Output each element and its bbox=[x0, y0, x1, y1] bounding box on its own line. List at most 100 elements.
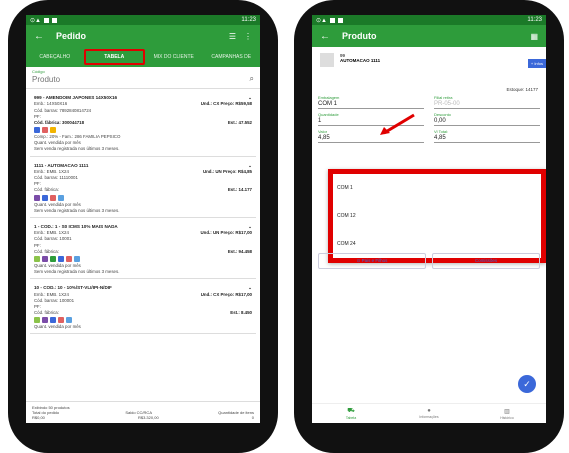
page-title: Produto bbox=[342, 31, 377, 41]
phone-left: ⊙▲ 11:23 ← Pedido ☰ ⋮ CABEÇALHO TABELA MI… bbox=[8, 0, 278, 453]
vltotal-value: 4,85 bbox=[434, 134, 540, 143]
product-stock: Est.: 47.552 bbox=[227, 119, 252, 125]
desconto-input[interactable]: 0,00 bbox=[434, 117, 540, 126]
status-time: 11:23 bbox=[241, 17, 256, 23]
bottom-nav: ⛟ Tabela ● Informações ▥ Histórico bbox=[312, 403, 546, 423]
product-emb: Emb.: EMB. 1X24 bbox=[34, 291, 69, 297]
dropdown-option[interactable]: COM 12 bbox=[333, 202, 541, 230]
product-stock: Est.: 94.458 bbox=[227, 248, 252, 254]
product-form: Embalagem COM 1 Filial retira PR-05-00 Q… bbox=[312, 92, 546, 143]
cross-icon bbox=[42, 127, 48, 134]
tab-mix-cliente[interactable]: MIX DO CLIENTE bbox=[145, 51, 203, 63]
group-icon bbox=[34, 194, 40, 201]
info-icon: ● bbox=[427, 408, 431, 414]
notification-icon bbox=[51, 17, 57, 23]
bottle-icon bbox=[58, 194, 64, 201]
nav-informacoes[interactable]: ● Informações bbox=[390, 404, 468, 423]
product-fab: Cód. fábrica: bbox=[34, 248, 59, 254]
product-card[interactable]: 1111 - AUTOMACAO 1111 ⌄ Emb.: EMB. 1X24 Un… bbox=[30, 160, 256, 218]
product-emb: Emb.: 14X50X16 bbox=[34, 101, 68, 107]
back-arrow-icon[interactable]: ← bbox=[34, 31, 44, 42]
tag-icon bbox=[50, 317, 56, 324]
quant-vendida: Quant. vendida por mês bbox=[34, 324, 81, 330]
infos-button[interactable]: + Infos bbox=[527, 59, 546, 68]
calculator-icon[interactable]: ▦ bbox=[530, 32, 538, 41]
product-price: Und.: CX Preço: R$59,58 bbox=[200, 101, 252, 107]
sem-venda: Sem venda registrada nos últimos 3 meses… bbox=[34, 146, 120, 152]
tag-icon bbox=[42, 194, 48, 201]
alert-icon: ⊙▲ bbox=[316, 17, 327, 24]
filter-icon[interactable]: ☰ bbox=[229, 32, 236, 41]
group-icon bbox=[42, 255, 48, 262]
phone-right: ⊙▲ 11:23 ← Produto ▦ 99 AUTOMACAO 1111 +… bbox=[294, 0, 564, 453]
notification-icon bbox=[43, 17, 49, 23]
status-bar: ⊙▲ 11:23 bbox=[312, 15, 546, 25]
product-image bbox=[320, 53, 334, 67]
history-icon: ▥ bbox=[504, 408, 510, 415]
search-input[interactable] bbox=[32, 74, 152, 84]
total-value: R$0,00 bbox=[32, 415, 45, 420]
product-stock: Est.: 8.450 bbox=[230, 310, 252, 316]
filial-select[interactable]: PR-05-00 bbox=[434, 100, 540, 109]
bottle-icon bbox=[66, 317, 72, 324]
tab-campanhas[interactable]: CAMPANHAS DE bbox=[203, 51, 261, 63]
alert-icon: ⊙▲ bbox=[30, 17, 41, 24]
screen-produto: ⊙▲ 11:23 ← Produto ▦ 99 AUTOMACAO 1111 +… bbox=[312, 15, 546, 423]
pais-filhos-button[interactable]: ⊙ Pais e Filhos bbox=[318, 253, 426, 269]
coin-icon bbox=[50, 127, 56, 134]
action-buttons: ⊙ Pais e Filhos Comissões bbox=[318, 253, 540, 269]
confirm-fab[interactable]: ✓ bbox=[518, 375, 536, 393]
product-card[interactable]: 999 - AMENDOIM JAPONES 14X50X16 ⌄ Emb.: 1… bbox=[30, 92, 256, 157]
qtd-label: Quantidade de itens bbox=[218, 410, 254, 415]
tab-tabela[interactable]: TABELA bbox=[83, 49, 145, 65]
cross-icon bbox=[58, 317, 64, 324]
status-time: 11:23 bbox=[527, 17, 542, 23]
embalagem-select[interactable]: COM 1 bbox=[318, 100, 424, 109]
cross-icon bbox=[66, 255, 72, 262]
back-arrow-icon[interactable]: ← bbox=[320, 31, 330, 42]
nav-tabela[interactable]: ⛟ Tabela bbox=[312, 404, 390, 423]
product-name: AUTOMACAO 1111 bbox=[340, 58, 381, 63]
red-arrow-annotation bbox=[380, 113, 415, 135]
leaf-icon bbox=[34, 317, 40, 324]
bottle-icon bbox=[74, 255, 80, 262]
leaf-icon bbox=[34, 255, 40, 262]
status-bar: ⊙▲ 11:23 bbox=[26, 15, 260, 25]
screen-pedido: ⊙▲ 11:23 ← Pedido ☰ ⋮ CABEÇALHO TABELA MI… bbox=[26, 15, 260, 423]
product-card[interactable]: 10 - COD.: 10 - 10%/ST-VLI/IPI-N/DIF ⌄ Em… bbox=[30, 282, 256, 335]
cross-icon bbox=[50, 194, 56, 201]
page-title: Pedido bbox=[56, 31, 87, 41]
tag-icon bbox=[34, 127, 40, 134]
product-card[interactable]: 1 - COD.: 1 - S0 ICMS 10% MAIS NADA ⌄ Emb… bbox=[30, 221, 256, 280]
group-icon bbox=[42, 317, 48, 324]
embalagem-dropdown: COM 1 COM 12 COM 24 bbox=[328, 169, 546, 263]
product-price: Und.: UN Preço: R$17,00 bbox=[200, 230, 252, 236]
sem-venda: Sem venda registrada nos últimos 3 meses… bbox=[34, 207, 120, 213]
product-search: Código ⌕ bbox=[26, 67, 260, 89]
nav-historico[interactable]: ▥ Histórico bbox=[468, 404, 546, 423]
comissoes-button[interactable]: Comissões bbox=[432, 253, 540, 269]
tag-icon bbox=[58, 255, 64, 262]
order-footer: Exibindo 50 produtos Total do pedido Sal… bbox=[26, 401, 260, 423]
product-fab: Cód. fábrica: bbox=[34, 310, 59, 316]
notification-icon bbox=[337, 17, 343, 23]
app-bar: ← Pedido ☰ ⋮ bbox=[26, 25, 260, 47]
qtd-value: 0 bbox=[251, 415, 254, 420]
flag-icon bbox=[50, 255, 56, 262]
sem-venda: Sem venda registrada nos últimos 3 meses… bbox=[34, 269, 120, 275]
notification-icon bbox=[329, 17, 335, 23]
tab-bar: CABEÇALHO TABELA MIX DO CLIENTE CAMPANHA… bbox=[26, 47, 260, 67]
dropdown-option[interactable]: COM 1 bbox=[333, 174, 541, 202]
app-bar: ← Produto ▦ bbox=[312, 25, 546, 47]
tab-cabecalho[interactable]: CABEÇALHO bbox=[26, 51, 84, 63]
product-stock: Est.: 14.177 bbox=[227, 187, 252, 193]
product-price: Und.: UN Preço: R$4,85 bbox=[202, 168, 252, 174]
saldo-value: R$3.320,00 bbox=[137, 415, 159, 420]
cart-icon: ⛟ bbox=[347, 408, 355, 414]
search-icon[interactable]: ⌕ bbox=[250, 74, 254, 84]
product-price: Und.: CX Preço: R$17,00 bbox=[200, 291, 252, 297]
product-fab: Cód. fábrica: bbox=[34, 187, 59, 193]
more-icon[interactable]: ⋮ bbox=[244, 32, 252, 41]
product-fab: Cód. fábrica: 300044718 bbox=[34, 119, 85, 125]
check-icon: ✓ bbox=[523, 378, 531, 389]
